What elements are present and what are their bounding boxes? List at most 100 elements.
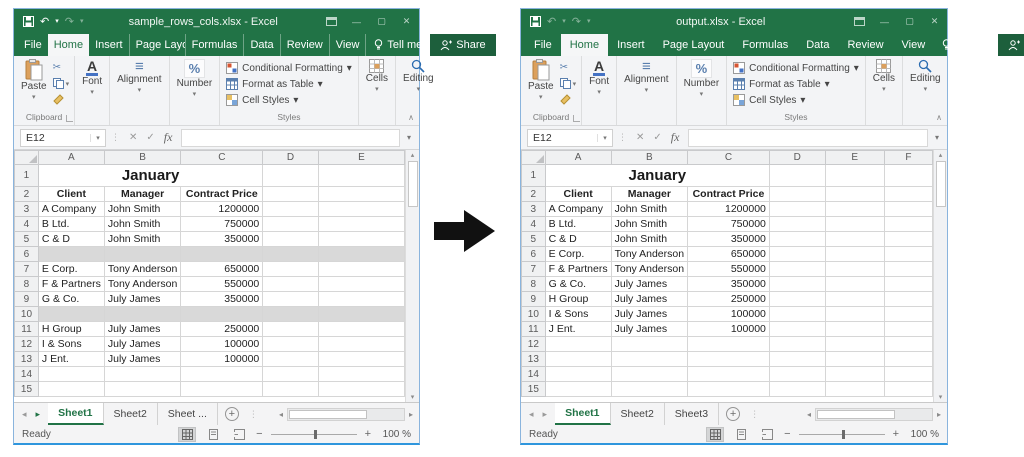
cell-c5[interactable]: 350000	[181, 232, 263, 247]
cell-b3[interactable]: John Smith	[104, 202, 180, 217]
cell-b2[interactable]: Manager	[104, 187, 180, 202]
cell-empty[interactable]	[611, 382, 687, 397]
share-button[interactable]: Share	[430, 34, 495, 56]
alignment-button[interactable]: ≡ Alignment ▾	[619, 57, 673, 95]
row-header-4[interactable]: 4	[522, 217, 546, 232]
copy-button[interactable]: ▾	[53, 77, 70, 90]
scroll-right-icon[interactable]: ▸	[406, 410, 416, 419]
new-sheet-button[interactable]: +	[218, 403, 246, 425]
cell-b3[interactable]: John Smith	[611, 202, 687, 217]
cell-a2[interactable]: Client	[545, 187, 611, 202]
cell-empty[interactable]	[38, 247, 104, 262]
cell-styles-button[interactable]: Cell Styles ▾	[226, 93, 352, 107]
cell-empty[interactable]	[825, 202, 884, 217]
undo-icon[interactable]: ↶	[547, 15, 556, 28]
cell-c8[interactable]: 550000	[181, 277, 263, 292]
redo-icon[interactable]: ↷	[572, 15, 581, 28]
ribbon-display-options-icon[interactable]	[847, 17, 872, 26]
cell-empty[interactable]	[825, 217, 884, 232]
cell-empty[interactable]	[318, 337, 404, 352]
cell-empty[interactable]	[884, 165, 932, 187]
dialog-launcher-icon[interactable]	[66, 115, 73, 122]
undo-dropdown-icon[interactable]: ▾	[562, 18, 566, 25]
cell-empty[interactable]	[825, 165, 884, 187]
cell-empty[interactable]	[769, 367, 825, 382]
cell-b4[interactable]: John Smith	[611, 217, 687, 232]
cell-b2[interactable]: Manager	[611, 187, 687, 202]
cell-empty[interactable]	[263, 277, 319, 292]
cell-empty[interactable]	[181, 382, 263, 397]
cell-empty[interactable]	[263, 202, 319, 217]
paste-button[interactable]: Paste ▾	[16, 57, 52, 102]
cell-empty[interactable]	[884, 187, 932, 202]
cell-empty[interactable]	[825, 247, 884, 262]
cell-a3[interactable]: A Company	[545, 202, 611, 217]
tell-me-button[interactable]: Tell me	[934, 34, 998, 56]
cell-empty[interactable]	[318, 187, 404, 202]
conditional-formatting-button[interactable]: Conditional Formatting ▾	[733, 61, 859, 75]
menu-tab-page-layout[interactable]: Page Layout	[654, 34, 734, 56]
row-header-10[interactable]: 10	[15, 307, 39, 322]
prev-sheet-icon[interactable]: ◂	[529, 409, 534, 420]
column-header-c[interactable]: C	[181, 151, 263, 165]
column-header-d[interactable]: D	[263, 151, 319, 165]
cell-a7[interactable]: F & Partners	[545, 262, 611, 277]
cell-empty[interactable]	[769, 277, 825, 292]
row-header-8[interactable]: 8	[15, 277, 39, 292]
cell-empty[interactable]	[104, 382, 180, 397]
cell-empty[interactable]	[263, 292, 319, 307]
row-header-2[interactable]: 2	[15, 187, 39, 202]
cell-empty[interactable]	[104, 367, 180, 382]
cell-empty[interactable]	[263, 165, 319, 187]
conditional-formatting-button[interactable]: Conditional Formatting ▾	[226, 61, 352, 75]
cell-a4[interactable]: B Ltd.	[38, 217, 104, 232]
horizontal-scroll-thumb[interactable]	[817, 410, 895, 419]
cell-empty[interactable]	[263, 337, 319, 352]
tell-me-button[interactable]: Tell me	[366, 34, 430, 56]
cell-empty[interactable]	[884, 382, 932, 397]
horizontal-scrollbar[interactable]: ◂ ▸	[276, 403, 419, 425]
cell-empty[interactable]	[769, 232, 825, 247]
row-header-5[interactable]: 5	[15, 232, 39, 247]
cell-empty[interactable]	[611, 352, 687, 367]
save-icon[interactable]	[530, 16, 541, 27]
share-button[interactable]: Share	[998, 34, 1024, 56]
cell-a9[interactable]: H Group	[545, 292, 611, 307]
cell-empty[interactable]	[884, 262, 932, 277]
qat-customize-icon[interactable]: ▾	[80, 18, 84, 25]
menu-tab-view[interactable]: View	[893, 34, 935, 56]
cell-c11[interactable]: 100000	[688, 322, 770, 337]
cell-empty[interactable]	[769, 247, 825, 262]
cell-empty[interactable]	[263, 247, 319, 262]
cell-c4[interactable]: 750000	[181, 217, 263, 232]
font-button[interactable]: A Font ▾	[77, 57, 107, 97]
cell-empty[interactable]	[688, 382, 770, 397]
cut-button[interactable]: ✂	[560, 61, 577, 74]
column-header-f[interactable]: F	[884, 151, 932, 165]
cell-c2[interactable]: Contract Price	[688, 187, 770, 202]
copy-button[interactable]: ▾	[560, 77, 577, 90]
row-header-1[interactable]: 1	[15, 165, 39, 187]
menu-tab-view[interactable]: View	[330, 34, 367, 56]
cell-empty[interactable]	[769, 382, 825, 397]
cell-empty[interactable]	[318, 202, 404, 217]
column-header-a[interactable]: A	[545, 151, 611, 165]
menu-tab-insert[interactable]: Insert	[89, 34, 130, 56]
cell-empty[interactable]	[825, 307, 884, 322]
cell-empty[interactable]	[318, 262, 404, 277]
confirm-entry-icon[interactable]: ✓	[146, 132, 154, 143]
cell-empty[interactable]	[769, 187, 825, 202]
cell-c11[interactable]: 250000	[181, 322, 263, 337]
cell-a4[interactable]: B Ltd.	[545, 217, 611, 232]
cell-empty[interactable]	[825, 367, 884, 382]
cell-empty[interactable]	[884, 307, 932, 322]
cell-a11[interactable]: J Ent.	[545, 322, 611, 337]
next-sheet-icon[interactable]: ▸	[36, 409, 41, 420]
cell-empty[interactable]	[884, 202, 932, 217]
select-all-corner[interactable]	[522, 151, 546, 165]
cell-empty[interactable]	[884, 277, 932, 292]
cell-empty[interactable]	[181, 367, 263, 382]
cell-c10[interactable]: 100000	[688, 307, 770, 322]
cell-c4[interactable]: 750000	[688, 217, 770, 232]
cell-empty[interactable]	[318, 277, 404, 292]
